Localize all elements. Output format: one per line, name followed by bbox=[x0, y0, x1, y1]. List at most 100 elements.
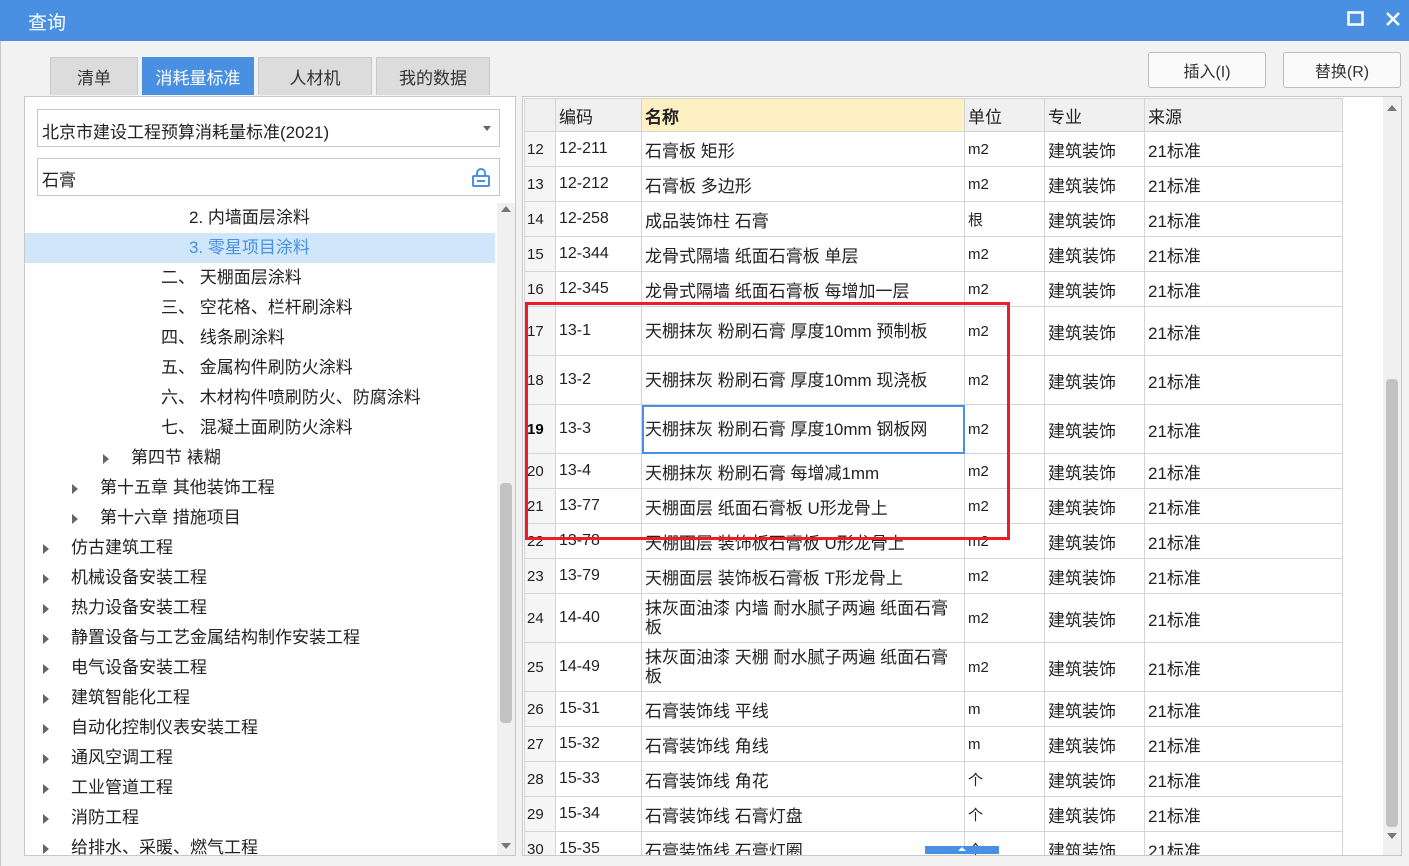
tree-item[interactable]: 电气设备安装工程 bbox=[25, 653, 495, 683]
cell-name[interactable]: 石膏装饰线 石膏灯圈 bbox=[641, 831, 965, 855]
cell-source[interactable]: 21标准 bbox=[1144, 691, 1343, 727]
cell-major[interactable]: 建筑装饰 bbox=[1044, 404, 1145, 454]
tree-scrollbar[interactable] bbox=[497, 203, 515, 855]
table-row[interactable]: 26 15-31 石膏装饰线 平线 m 建筑装饰 21标准 bbox=[524, 691, 1343, 727]
cell-unit[interactable]: m2 bbox=[964, 642, 1045, 692]
cell-unit[interactable]: m2 bbox=[964, 271, 1045, 307]
header-name[interactable]: 名称 bbox=[641, 98, 965, 132]
expand-caret-icon[interactable] bbox=[43, 604, 49, 614]
tab-labor-material-machine[interactable]: 人材机 bbox=[258, 57, 372, 95]
cell-code[interactable]: 14-49 bbox=[555, 642, 642, 692]
cell-source[interactable]: 21标准 bbox=[1144, 796, 1343, 832]
cell-name[interactable]: 天棚抹灰 粉刷石膏 厚度10mm 预制板 bbox=[641, 306, 965, 356]
cell-name[interactable]: 石膏装饰线 角花 bbox=[641, 761, 965, 797]
cell-source[interactable]: 21标准 bbox=[1144, 306, 1343, 356]
cell-source[interactable]: 21标准 bbox=[1144, 271, 1343, 307]
cell-source[interactable]: 21标准 bbox=[1144, 593, 1343, 643]
cell-unit[interactable]: m2 bbox=[964, 404, 1045, 454]
cell-major[interactable]: 建筑装饰 bbox=[1044, 726, 1145, 762]
cell-source[interactable]: 21标准 bbox=[1144, 236, 1343, 272]
table-row[interactable]: 12 12-211 石膏板 矩形 m2 建筑装饰 21标准 bbox=[524, 131, 1343, 167]
tree-item[interactable]: 第十五章 其他装饰工程 bbox=[25, 473, 495, 503]
search-input[interactable] bbox=[42, 166, 462, 190]
cell-code[interactable]: 12-211 bbox=[555, 131, 642, 167]
cell-code[interactable]: 15-34 bbox=[555, 796, 642, 832]
cell-major[interactable]: 建筑装饰 bbox=[1044, 131, 1145, 167]
cell-name[interactable]: 天棚抹灰 粉刷石膏 每增减1mm bbox=[641, 453, 965, 489]
cell-code[interactable]: 13-1 bbox=[555, 306, 642, 356]
cell-unit[interactable]: m2 bbox=[964, 236, 1045, 272]
tree-item[interactable]: 工业管道工程 bbox=[25, 773, 495, 803]
panel-expand-handle[interactable] bbox=[925, 846, 999, 854]
table-row[interactable]: 18 13-2 天棚抹灰 粉刷石膏 厚度10mm 现浇板 m2 建筑装饰 21标准 bbox=[524, 355, 1343, 405]
table-scrollbar-thumb[interactable] bbox=[1386, 379, 1398, 827]
table-row[interactable]: 14 12-258 成品装饰柱 石膏根建筑装饰 21标准 bbox=[524, 201, 1343, 237]
tree-item[interactable]: 仿古建筑工程 bbox=[25, 533, 495, 563]
cell-unit[interactable]: m2 bbox=[964, 306, 1045, 356]
cell-major[interactable]: 建筑装饰 bbox=[1044, 558, 1145, 594]
expand-caret-icon[interactable] bbox=[43, 694, 49, 704]
table-row[interactable]: 16 12-345 龙骨式隔墙 纸面石膏板 每增加一层 m2 建筑装饰 21标准 bbox=[524, 271, 1343, 307]
expand-caret-icon[interactable] bbox=[43, 784, 49, 794]
standard-select[interactable]: 北京市建设工程预算消耗量标准(2021) bbox=[37, 109, 500, 147]
tree-scrollbar-thumb[interactable] bbox=[500, 483, 512, 723]
cell-name[interactable]: 石膏装饰线 平线 bbox=[641, 691, 965, 727]
table-row[interactable]: 15 12-344 龙骨式隔墙 纸面石膏板 单层 m2 建筑装饰 21标准 bbox=[524, 236, 1343, 272]
cell-code[interactable]: 13-79 bbox=[555, 558, 642, 594]
tree-item[interactable]: 二、 天棚面层涂料 bbox=[25, 263, 495, 293]
cell-code[interactable]: 13-77 bbox=[555, 488, 642, 524]
cell-code[interactable]: 15-33 bbox=[555, 761, 642, 797]
cell-name[interactable]: 天棚面层 装饰板石膏板 T形龙骨上 bbox=[641, 558, 965, 594]
table-row[interactable]: 21 13-77 天棚面层 纸面石膏板 U形龙骨上 m2 建筑装饰 21标准 bbox=[524, 488, 1343, 524]
insert-button[interactable]: 插入(I) bbox=[1148, 52, 1266, 88]
cell-major[interactable]: 建筑装饰 bbox=[1044, 201, 1145, 237]
cell-unit[interactable]: m2 bbox=[964, 166, 1045, 202]
cell-source[interactable]: 21标准 bbox=[1144, 642, 1343, 692]
table-row[interactable]: 13 12-212 石膏板 多边形 m2 建筑装饰 21标准 bbox=[524, 166, 1343, 202]
cell-name[interactable]: 石膏板 多边形 bbox=[641, 166, 965, 202]
tree-item[interactable]: 机械设备安装工程 bbox=[25, 563, 495, 593]
cell-code[interactable]: 13-78 bbox=[555, 523, 642, 559]
cell-source[interactable]: 21标准 bbox=[1144, 404, 1343, 454]
table-row[interactable]: 28 15-33 石膏装饰线 角花个建筑装饰 21标准 bbox=[524, 761, 1343, 797]
cell-major[interactable]: 建筑装饰 bbox=[1044, 355, 1145, 405]
cell-name[interactable]: 天棚面层 装饰板石膏板 U形龙骨上 bbox=[641, 523, 965, 559]
tree-item[interactable]: 消防工程 bbox=[25, 803, 495, 833]
cell-unit[interactable]: m2 bbox=[964, 453, 1045, 489]
expand-caret-icon[interactable] bbox=[43, 574, 49, 584]
table-row[interactable]: 24 14-40 抹灰面油漆 内墙 耐水腻子两遍 纸面石膏板 m2 建筑装饰 21标准 bbox=[524, 593, 1343, 643]
cell-major[interactable]: 建筑装饰 bbox=[1044, 271, 1145, 307]
table-row[interactable]: 22 13-78 天棚面层 装饰板石膏板 U形龙骨上 m2 建筑装饰 21标准 bbox=[524, 523, 1343, 559]
cell-major[interactable]: 建筑装饰 bbox=[1044, 488, 1145, 524]
table-row[interactable]: 17 13-1 天棚抹灰 粉刷石膏 厚度10mm 预制板 m2 建筑装饰 21标准 bbox=[524, 306, 1343, 356]
cell-unit[interactable]: m bbox=[964, 691, 1045, 727]
cell-code[interactable]: 12-258 bbox=[555, 201, 642, 237]
expand-caret-icon[interactable] bbox=[43, 754, 49, 764]
scroll-down-icon[interactable] bbox=[1387, 833, 1397, 839]
close-icon[interactable] bbox=[1383, 9, 1403, 29]
cell-source[interactable]: 21标准 bbox=[1144, 488, 1343, 524]
table-row[interactable]: 19 13-3 天棚抹灰 粉刷石膏 厚度10mm 钢板网 m2 建筑装饰 21标准 bbox=[524, 404, 1343, 454]
tab-consumption-standard[interactable]: 消耗量标准 bbox=[142, 57, 254, 95]
header-code[interactable]: 编码 bbox=[555, 98, 642, 132]
expand-caret-icon[interactable] bbox=[72, 484, 78, 494]
cell-code[interactable]: 12-212 bbox=[555, 166, 642, 202]
cell-major[interactable]: 建筑装饰 bbox=[1044, 593, 1145, 643]
cell-major[interactable]: 建筑装饰 bbox=[1044, 523, 1145, 559]
tree-item[interactable]: 七、 混凝土面刷防火涂料 bbox=[25, 413, 495, 443]
expand-caret-icon[interactable] bbox=[43, 724, 49, 734]
table-row[interactable]: 20 13-4 天棚抹灰 粉刷石膏 每增减1mm m2 建筑装饰 21标准 bbox=[524, 453, 1343, 489]
cell-code[interactable]: 13-4 bbox=[555, 453, 642, 489]
tree-item[interactable]: 2. 内墙面层涂料 bbox=[25, 203, 495, 233]
cell-name[interactable]: 龙骨式隔墙 纸面石膏板 单层 bbox=[641, 236, 965, 272]
tree-item[interactable]: 给排水、采暖、燃气工程 bbox=[25, 833, 495, 855]
tree-item[interactable]: 自动化控制仪表安装工程 bbox=[25, 713, 495, 743]
cell-name[interactable]: 龙骨式隔墙 纸面石膏板 每增加一层 bbox=[641, 271, 965, 307]
cell-source[interactable]: 21标准 bbox=[1144, 166, 1343, 202]
cell-name[interactable]: 抹灰面油漆 内墙 耐水腻子两遍 纸面石膏板 bbox=[641, 593, 965, 643]
cell-unit[interactable]: m2 bbox=[964, 593, 1045, 643]
tree-item[interactable]: 热力设备安装工程 bbox=[25, 593, 495, 623]
table-row[interactable]: 25 14-49 抹灰面油漆 天棚 耐水腻子两遍 纸面石膏板 m2 建筑装饰 21标准 bbox=[524, 642, 1343, 692]
expand-caret-icon[interactable] bbox=[103, 454, 109, 464]
replace-button[interactable]: 替换(R) bbox=[1283, 52, 1401, 88]
